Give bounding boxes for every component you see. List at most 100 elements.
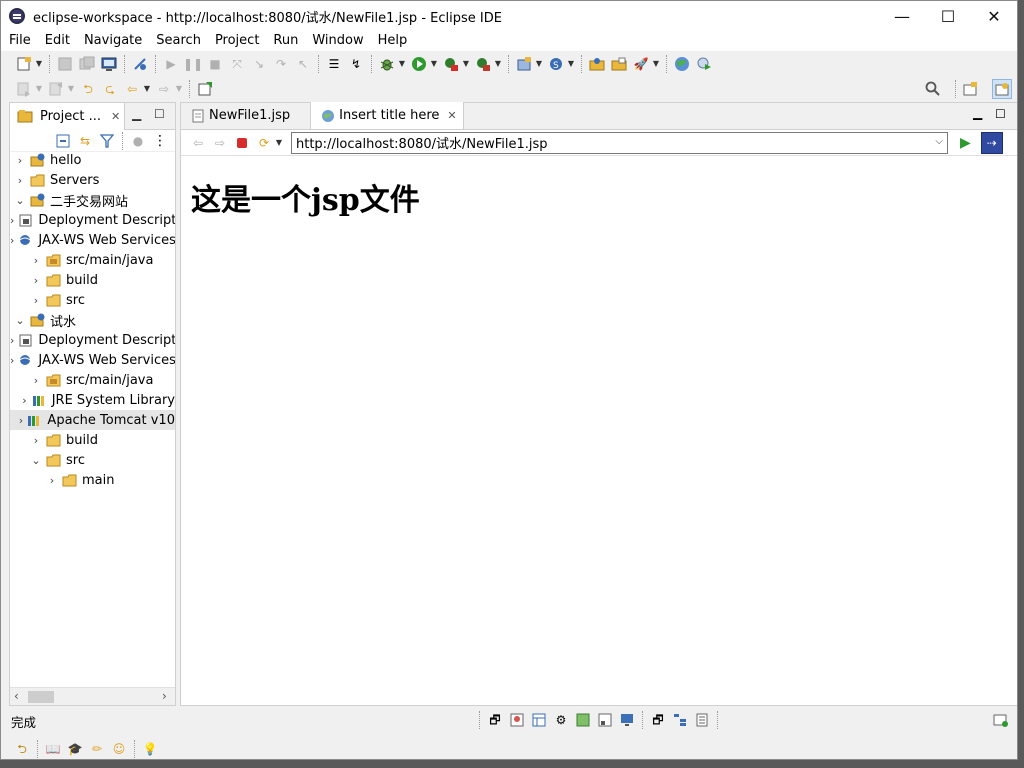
chevron-right-icon[interactable]: › <box>30 374 42 387</box>
web-browser-run-icon[interactable] <box>696 56 712 72</box>
previous-annotation-icon[interactable] <box>48 81 64 97</box>
close-button[interactable]: ✕ <box>971 1 1017 31</box>
menu-help[interactable]: Help <box>371 31 415 51</box>
restore-icon[interactable]: 🗗 <box>487 712 503 728</box>
tree-item[interactable]: › Apache Tomcat v10 <box>10 410 175 430</box>
step-return-icon[interactable]: ↖ <box>295 56 311 72</box>
new-server-icon[interactable] <box>516 56 532 72</box>
external-tools-icon[interactable] <box>475 56 491 72</box>
tree-item[interactable]: › main <box>10 470 175 490</box>
task-list-icon[interactable] <box>694 712 710 728</box>
run-icon[interactable] <box>411 56 427 72</box>
tab-newfile1-jsp[interactable]: NewFile1.jsp <box>181 102 296 129</box>
external-tools-dropdown-icon[interactable]: ▼ <box>494 56 502 72</box>
view-menu-icon[interactable]: ⋮ <box>152 133 168 149</box>
collapse-all-icon[interactable] <box>55 133 71 149</box>
wand-icon[interactable]: ✏ <box>89 741 105 757</box>
menu-edit[interactable]: Edit <box>38 31 77 51</box>
run-dropdown-icon[interactable]: ▼ <box>430 56 438 72</box>
step-over-icon[interactable]: ↷ <box>273 56 289 72</box>
scroll-right-icon[interactable]: › <box>162 689 167 703</box>
minimize-editor-icon[interactable]: ▁ <box>973 106 982 120</box>
menu-window[interactable]: Window <box>305 31 370 51</box>
next-annotation-dropdown-icon[interactable]: ▼ <box>35 81 43 97</box>
chevron-right-icon[interactable]: › <box>18 414 23 427</box>
debug-icon[interactable] <box>379 56 395 72</box>
coverage-dropdown-icon[interactable]: ▼ <box>462 56 470 72</box>
drop-to-frame-icon[interactable]: ↯ <box>348 56 364 72</box>
tree-item[interactable]: › Deployment Descriptor <box>10 210 175 230</box>
close-tab-icon[interactable]: ✕ <box>447 109 456 122</box>
tab-insert-title-here[interactable]: Insert title here ✕ <box>310 102 464 129</box>
tree-item[interactable]: › src/main/java <box>10 250 175 270</box>
chevron-right-icon[interactable]: › <box>10 354 14 367</box>
previous-annotation-dropdown-icon[interactable]: ▼ <box>67 81 75 97</box>
smiley-icon[interactable]: ☺ <box>111 741 127 757</box>
properties-view-icon[interactable] <box>531 712 547 728</box>
eclipse-browser-icon[interactable]: ⇢ <box>980 131 1003 154</box>
save-all-icon[interactable] <box>79 56 95 72</box>
chevron-down-icon[interactable]: ⌄ <box>14 194 26 207</box>
minimize-button[interactable]: — <box>879 1 925 31</box>
snippets-icon[interactable] <box>575 712 591 728</box>
tree-item[interactable]: › src <box>10 290 175 310</box>
open-console-icon[interactable]: ⮌ <box>14 741 30 757</box>
chevron-right-icon[interactable]: › <box>14 174 26 187</box>
menu-file[interactable]: File <box>1 31 38 51</box>
browser-refresh-icon[interactable]: ⟳ <box>256 135 272 151</box>
step-into-icon[interactable]: ↘ <box>251 56 267 72</box>
chevron-right-icon[interactable]: › <box>30 434 42 447</box>
console-icon[interactable] <box>619 712 635 728</box>
tree-item[interactable]: › JRE System Library <box>10 390 175 410</box>
tree-item[interactable]: ⌄ 二手交易网站 <box>10 190 175 210</box>
menu-search[interactable]: Search <box>149 31 208 51</box>
servers-view-icon[interactable] <box>509 712 525 728</box>
new-icon[interactable] <box>16 56 32 72</box>
tree-item[interactable]: › build <box>10 270 175 290</box>
menu-run[interactable]: Run <box>266 31 305 51</box>
horizontal-scrollbar[interactable]: ‹ › <box>10 687 175 705</box>
chevron-right-icon[interactable]: › <box>30 254 42 267</box>
skip-breakpoints-icon[interactable] <box>132 56 148 72</box>
last-edit-location-icon[interactable]: ⮌ <box>80 81 96 97</box>
chevron-right-icon[interactable]: › <box>10 214 14 227</box>
markers-icon[interactable] <box>597 712 613 728</box>
resume-icon[interactable]: ▶ <box>163 56 179 72</box>
chevron-right-icon[interactable]: › <box>10 334 14 347</box>
maximize-editor-icon[interactable]: ☐ <box>995 107 1006 121</box>
open-perspective-icon[interactable] <box>962 81 978 97</box>
browser-back-icon[interactable]: ⇦ <box>190 135 206 151</box>
back-dropdown-icon[interactable]: ▼ <box>143 81 151 97</box>
progress-icon[interactable] <box>993 712 1009 728</box>
new-server-dropdown-icon[interactable]: ▼ <box>535 56 543 72</box>
web-service-dropdown-icon[interactable]: ▼ <box>567 56 575 72</box>
pin-editor-icon[interactable] <box>197 81 213 97</box>
restore-icon[interactable]: 🗗 <box>650 712 666 728</box>
terminate-icon[interactable]: ■ <box>207 56 223 72</box>
tree-item[interactable]: › Servers <box>10 170 175 190</box>
url-input[interactable]: http://localhost:8080/试水/NewFile1.jsp ⌵ <box>291 131 948 154</box>
search-launch-icon[interactable]: 🚀 <box>633 56 649 72</box>
outline-view-icon[interactable] <box>672 712 688 728</box>
use-step-filters-icon[interactable]: ☰ <box>326 56 342 72</box>
next-annotation-icon[interactable] <box>16 81 32 97</box>
menu-navigate[interactable]: Navigate <box>77 31 149 51</box>
tree-item[interactable]: › src/main/java <box>10 370 175 390</box>
book-icon[interactable]: 📖 <box>45 741 61 757</box>
go-button[interactable]: ▶ <box>960 135 971 151</box>
chevron-down-icon[interactable]: ⌄ <box>14 314 26 327</box>
open-web-browser-icon[interactable] <box>674 56 690 72</box>
browser-stop-icon[interactable] <box>234 135 250 151</box>
chevron-right-icon[interactable]: › <box>10 234 14 247</box>
filter-icon[interactable] <box>99 133 115 149</box>
forward-icon[interactable]: ⇨ <box>156 81 172 97</box>
scroll-left-icon[interactable]: ‹ <box>14 689 19 703</box>
terminal-icon[interactable] <box>101 56 117 72</box>
maximize-view-icon[interactable]: ☐ <box>154 107 165 121</box>
browser-refresh-dropdown-icon[interactable]: ▼ <box>275 135 283 151</box>
save-icon[interactable] <box>57 56 73 72</box>
chevron-right-icon[interactable]: › <box>14 154 26 167</box>
tree-item[interactable]: › Deployment Descriptor <box>10 330 175 350</box>
open-type-icon[interactable] <box>589 56 605 72</box>
project-explorer-tab[interactable]: Project ... ✕ <box>10 102 126 130</box>
